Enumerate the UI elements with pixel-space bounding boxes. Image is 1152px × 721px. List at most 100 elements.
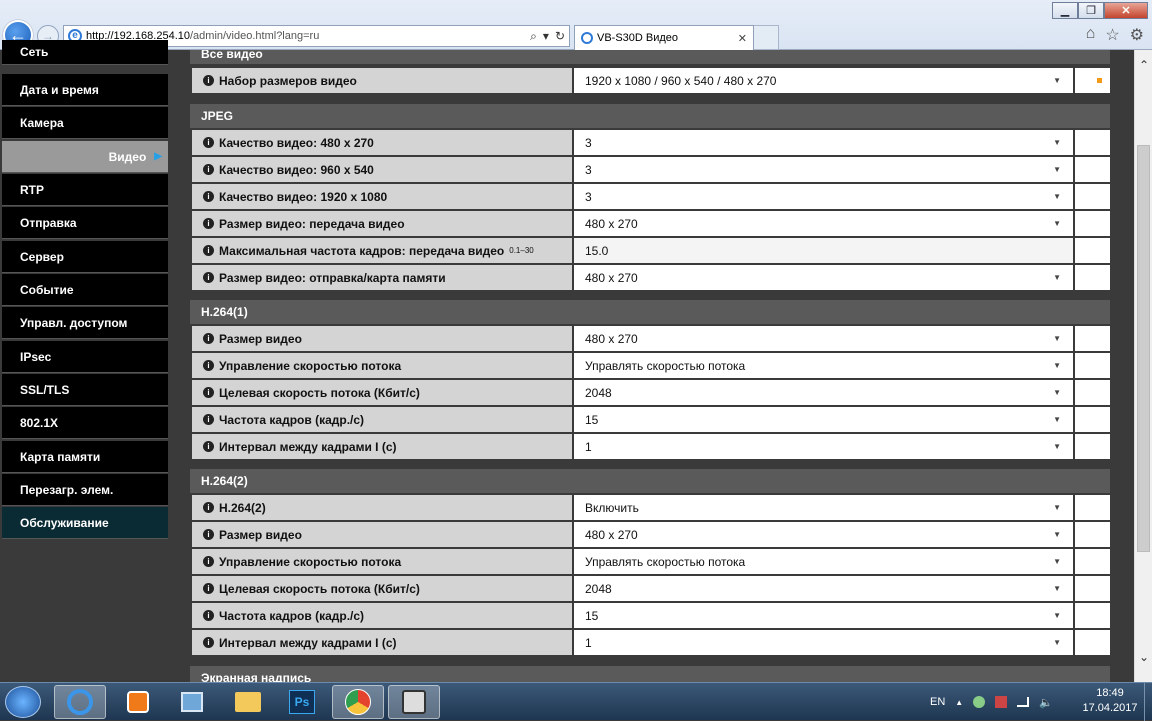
signal-bars-icon[interactable] (1017, 697, 1030, 707)
search-icon[interactable]: ⌕ (530, 29, 537, 44)
info-icon[interactable]: i (203, 164, 214, 175)
info-icon[interactable]: i (203, 218, 214, 229)
sidebar-item-maintenance[interactable]: Обслуживание (2, 507, 168, 539)
sidebar-item-server[interactable]: Сервер (2, 241, 168, 273)
info-icon[interactable]: i (203, 333, 214, 344)
sidebar-item-ssl-tls[interactable]: SSL/TLS (2, 374, 168, 406)
sidebar-item-network[interactable]: Сеть (2, 40, 168, 65)
row-spacer (1075, 184, 1110, 209)
refresh-icon[interactable]: ↻ (555, 29, 565, 44)
info-icon[interactable]: i (203, 556, 214, 567)
favorites-star-icon[interactable]: ☆ (1105, 25, 1119, 45)
sidebar-item-memory-card[interactable]: Карта памяти (2, 441, 168, 473)
sidebar-item-label: Карта памяти (20, 449, 101, 464)
sidebar-item-upload[interactable]: Отправка (2, 207, 168, 239)
maximize-button[interactable]: ❐ (1078, 2, 1104, 19)
h264-1-i-frame-interval-select[interactable]: 1 ▼ (574, 434, 1073, 459)
new-tab-button[interactable] (754, 25, 779, 50)
sidebar-item-8021x[interactable]: 802.1X (2, 407, 168, 439)
jpeg-upload-size-select[interactable]: 480 x 270 ▼ (574, 265, 1073, 290)
h264-1-frame-rate-select[interactable]: 15 ▼ (574, 407, 1073, 432)
jpeg-quality-1920-select[interactable]: 3 ▼ (574, 184, 1073, 209)
sidebar-item-video[interactable]: Видео ▶ (2, 141, 168, 173)
settings-gear-icon[interactable]: ⚙ (1130, 25, 1144, 45)
row-spacer (1075, 603, 1110, 628)
sidebar-item-ipsec[interactable]: IPsec (2, 341, 168, 373)
language-indicator[interactable]: EN (930, 696, 945, 708)
section-title: Все видео (201, 50, 263, 61)
scroll-up-icon[interactable]: ⌃ (1135, 58, 1152, 78)
taskbar-control-panel[interactable] (166, 685, 218, 719)
setting-label: i Интервал между кадрами I (с) (192, 630, 572, 655)
range-hint: 0.1–30 (509, 246, 534, 255)
jpeg-quality-480-select[interactable]: 3 ▼ (574, 130, 1073, 155)
info-icon[interactable]: i (203, 387, 214, 398)
close-window-button[interactable]: ✕ (1104, 2, 1148, 19)
h264-1-size-select[interactable]: 480 x 270 ▼ (574, 326, 1073, 351)
h264-2-size-select[interactable]: 480 x 270 ▼ (574, 522, 1073, 547)
info-icon[interactable]: i (203, 441, 214, 452)
info-icon[interactable]: i (203, 272, 214, 283)
h264-2-rate-control-select[interactable]: Управлять скоростью потока ▼ (574, 549, 1073, 574)
tab-close-icon[interactable]: ✕ (738, 32, 747, 45)
h264-2-frame-rate-select[interactable]: 15 ▼ (574, 603, 1073, 628)
info-icon[interactable]: i (203, 529, 214, 540)
system-clock[interactable]: 18:49 17.04.2017 (1078, 686, 1142, 716)
h264-2-bitrate-select[interactable]: 2048 ▼ (574, 576, 1073, 601)
section-header-overlay: Экранная надпись (190, 666, 1110, 682)
sidebar-item-rtp[interactable]: RTP (2, 174, 168, 206)
taskbar-photoshop[interactable]: Ps (276, 685, 328, 719)
sidebar-item-label: Событие (20, 282, 74, 297)
sidebar-item-camera[interactable]: Камера (2, 107, 168, 139)
volume-icon[interactable]: 🔈 (1039, 696, 1053, 709)
tray-expand-icon[interactable]: ▲ (955, 698, 963, 707)
section-title: H.264(2) (201, 474, 248, 488)
sidebar-item-event[interactable]: Событие (2, 274, 168, 306)
sidebar-item-datetime[interactable]: Дата и время (2, 74, 168, 106)
taskbar-camera-tool[interactable] (388, 685, 440, 719)
setting-row-h264-2-enable: i H.264(2) Включить ▼ (190, 495, 1110, 520)
jpeg-transmission-size-select[interactable]: 480 x 270 ▼ (574, 211, 1073, 236)
jpeg-quality-960-select[interactable]: 3 ▼ (574, 157, 1073, 182)
info-icon[interactable]: i (203, 75, 214, 86)
info-icon[interactable]: i (203, 245, 214, 256)
home-icon[interactable]: ⌂ (1086, 25, 1096, 45)
h264-1-bitrate-select[interactable]: 2048 ▼ (574, 380, 1073, 405)
info-icon[interactable]: i (203, 191, 214, 202)
scroll-thumb[interactable] (1137, 145, 1150, 552)
info-icon[interactable]: i (203, 137, 214, 148)
info-icon[interactable]: i (203, 583, 214, 594)
sidebar-item-access-control[interactable]: Управл. доступом (2, 307, 168, 339)
section-header-jpeg: JPEG (190, 104, 1110, 128)
start-button[interactable] (5, 686, 41, 718)
h264-1-rate-control-select[interactable]: Управлять скоростью потока ▼ (574, 353, 1073, 378)
jpeg-max-frame-rate-input[interactable]: 15.0 (574, 238, 1073, 263)
folder-icon (235, 692, 261, 712)
taskbar-ie[interactable] (54, 685, 106, 719)
setting-row-jpeg-transmission-size: i Размер видео: передача видео 480 x 270 ▼ (190, 211, 1110, 236)
setting-label: i Размер видео: отправка/карта памяти (192, 265, 572, 290)
info-icon[interactable]: i (203, 610, 214, 621)
info-icon[interactable]: i (203, 414, 214, 425)
sidebar-item-reboot-items[interactable]: Перезагр. элем. (2, 474, 168, 506)
dropdown-icon[interactable]: ▾ (543, 29, 549, 44)
row-spacer (1075, 495, 1110, 520)
network-tray-icon[interactable] (973, 696, 986, 708)
show-desktop-button[interactable] (1144, 683, 1152, 721)
security-tray-icon[interactable] (995, 696, 1008, 708)
page-scrollbar[interactable]: ⌃ ⌄ (1134, 50, 1152, 682)
video-size-set-select[interactable]: 1920 x 1080 / 960 x 540 / 480 x 270 ▼ (574, 68, 1073, 93)
select-arrow-icon: ▼ (1053, 219, 1061, 228)
h264-2-i-frame-interval-select[interactable]: 1 ▼ (574, 630, 1073, 655)
info-icon[interactable]: i (203, 637, 214, 648)
taskbar-chrome[interactable] (332, 685, 384, 719)
browser-tab[interactable]: VB-S30D Видео ✕ (574, 25, 754, 50)
info-icon[interactable]: i (203, 360, 214, 371)
info-icon[interactable]: i (203, 502, 214, 513)
setting-row-h264-1-bitrate: i Целевая скорость потока (Кбит/с) 2048 ▼ (190, 380, 1110, 405)
h264-2-enable-select[interactable]: Включить ▼ (574, 495, 1073, 520)
taskbar-media-player[interactable] (112, 685, 164, 719)
taskbar-explorer[interactable] (222, 685, 274, 719)
scroll-down-icon[interactable]: ⌄ (1135, 650, 1152, 670)
minimize-button[interactable]: ▁ (1052, 2, 1078, 19)
